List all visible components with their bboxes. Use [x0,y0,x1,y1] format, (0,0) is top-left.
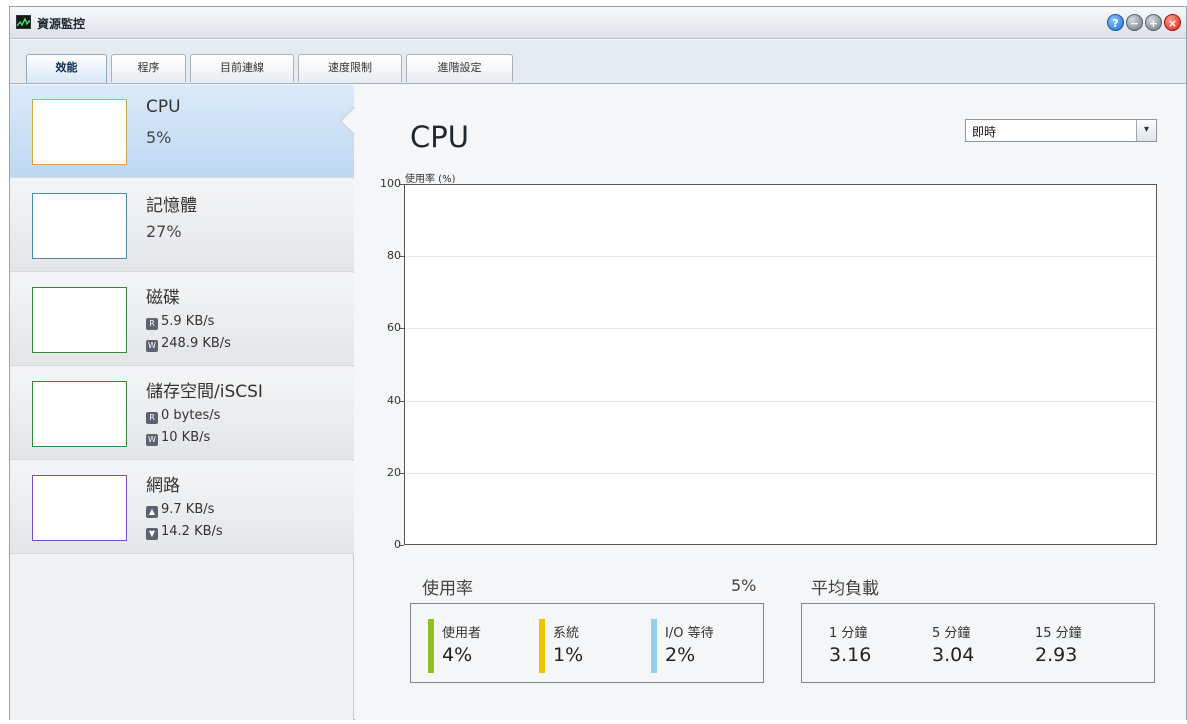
load-15min-label: 15 分鐘 [1035,626,1082,641]
download-arrow-icon: ▼ [146,528,158,540]
chart-ytick-mark [400,545,404,546]
page-title: CPU [410,120,469,154]
time-range-selected: 即時 [972,125,997,139]
tab-processes[interactable]: 程序 [111,54,186,82]
metrics-sidebar: CPU 5% 記憶體 27% 磁碟 R 5.9 KB/s W 248.9 KB/s … [10,85,354,720]
sidebar-item-memory[interactable]: 記憶體 27% [10,179,354,272]
network-download-value: 14.2 KB/s [161,524,223,539]
sidebar-item-label: 記憶體 [146,196,197,216]
cpu-thumbnail [32,99,127,165]
load-5min-label: 5 分鐘 [932,626,971,641]
tab-performance[interactable]: 效能 [26,54,107,83]
disk-thumbnail [32,287,127,353]
chart-ytick-label: 80 [387,249,401,263]
chart-ytick-label: 0 [394,538,401,551]
tab-advanced-settings[interactable]: 進階設定 [406,54,513,82]
minimize-button[interactable]: − [1126,14,1143,31]
io-wait-color-bar [651,619,657,673]
chart-ytick-label: 20 [387,465,401,479]
storage-read-value: 0 bytes/s [161,408,221,423]
disk-read-value: 5.9 KB/s [161,314,215,329]
window-title: 資源監控 [37,17,86,31]
resource-monitor-app-icon [16,15,31,29]
storage-write-value: 10 KB/s [161,430,211,445]
disk-write-rate: W 248.9 KB/s [146,336,231,352]
cpu-usage-chart [404,184,1157,545]
chart-ylabel: 使用率 (%) [405,174,456,185]
sidebar-item-network[interactable]: 網路 ▲ 9.7 KB/s ▼ 14.2 KB/s [10,461,354,554]
storage-write-rate: W 10 KB/s [146,430,210,446]
read-badge-icon: R [146,318,158,330]
system-usage-label: 系統 [553,626,580,641]
sidebar-item-label: 儲存空間/iSCSI [146,382,263,402]
chart-ytick-label: 100 [380,177,401,190]
title-bar: 資源監控 ? − + × [10,7,1186,39]
close-button[interactable]: × [1164,14,1181,31]
chart-gridline [405,400,1156,402]
tab-bar: 效能 程序 目前連線 速度限制 進階設定 [10,40,1186,84]
chart-ytick-label: 60 [387,321,401,335]
io-wait-value: 2% [665,644,696,666]
user-usage-label: 使用者 [442,626,482,641]
chart-gridline [405,256,1156,258]
user-usage-color-bar [428,619,434,673]
read-badge-icon: R [146,412,158,424]
load-average-title: 平均負載 [811,579,879,599]
usage-section-title: 使用率 [422,579,473,599]
load-5min-value: 3.04 [932,644,975,666]
write-badge-icon: W [146,434,158,446]
sidebar-item-label: 磁碟 [146,288,180,308]
chart-ytick-label: 40 [387,393,401,407]
sidebar-item-storage-iscsi[interactable]: 儲存空間/iSCSI R0 bytes/s W 10 KB/s [10,367,354,460]
resource-monitor-window: 資源監控 ? − + × 效能 程序 目前連線 速度限制 進階設定 CPU 5%… [9,6,1187,720]
load-15min-value: 2.93 [1035,644,1078,666]
chevron-down-icon[interactable]: ▾ [1136,120,1156,141]
main-panel: CPU 即時 ▾ 使用率 (%) 0 20 40 60 80 100 使用率 5% 使用者… [355,85,1186,720]
disk-write-value: 248.9 KB/s [161,336,231,351]
memory-thumbnail [32,193,127,259]
help-button[interactable]: ? [1107,14,1124,31]
chart-gridline [405,472,1156,474]
load-average-box: 1 分鐘 3.16 5 分鐘 3.04 15 分鐘 2.93 [801,603,1155,683]
system-usage-color-bar [539,619,545,673]
network-thumbnail [32,475,127,541]
load-1min-value: 3.16 [829,644,872,666]
tab-speed-limit[interactable]: 速度限制 [298,54,402,82]
disk-read-rate: R 5.9 KB/s [146,314,214,330]
storage-thumbnail [32,381,127,447]
maximize-button[interactable]: + [1145,14,1162,31]
io-wait-label: I/O 等待 [665,626,714,641]
sidebar-item-value: 5% [146,128,172,147]
sidebar-item-disk[interactable]: 磁碟 R 5.9 KB/s W 248.9 KB/s [10,273,354,366]
user-usage-value: 4% [442,644,473,666]
upload-arrow-icon: ▲ [146,506,158,518]
usage-breakdown-box: 使用者 4% 系統 1% I/O 等待 2% [410,603,764,683]
network-upload-rate: ▲ 9.7 KB/s [146,502,214,518]
write-badge-icon: W [146,340,158,352]
network-upload-value: 9.7 KB/s [161,502,215,517]
tab-connections[interactable]: 目前連線 [190,54,294,82]
usage-total: 5% [731,576,757,595]
sidebar-item-cpu[interactable]: CPU 5% [10,85,354,178]
network-download-rate: ▼ 14.2 KB/s [146,524,223,540]
storage-read-rate: R0 bytes/s [146,408,220,424]
chart-gridline [405,328,1156,330]
sidebar-item-label: 網路 [146,476,180,496]
system-usage-value: 1% [553,644,584,666]
load-1min-label: 1 分鐘 [829,626,868,641]
time-range-select[interactable]: 即時 ▾ [965,119,1157,142]
sidebar-item-label: CPU [146,97,181,117]
sidebar-item-value: 27% [146,222,182,241]
